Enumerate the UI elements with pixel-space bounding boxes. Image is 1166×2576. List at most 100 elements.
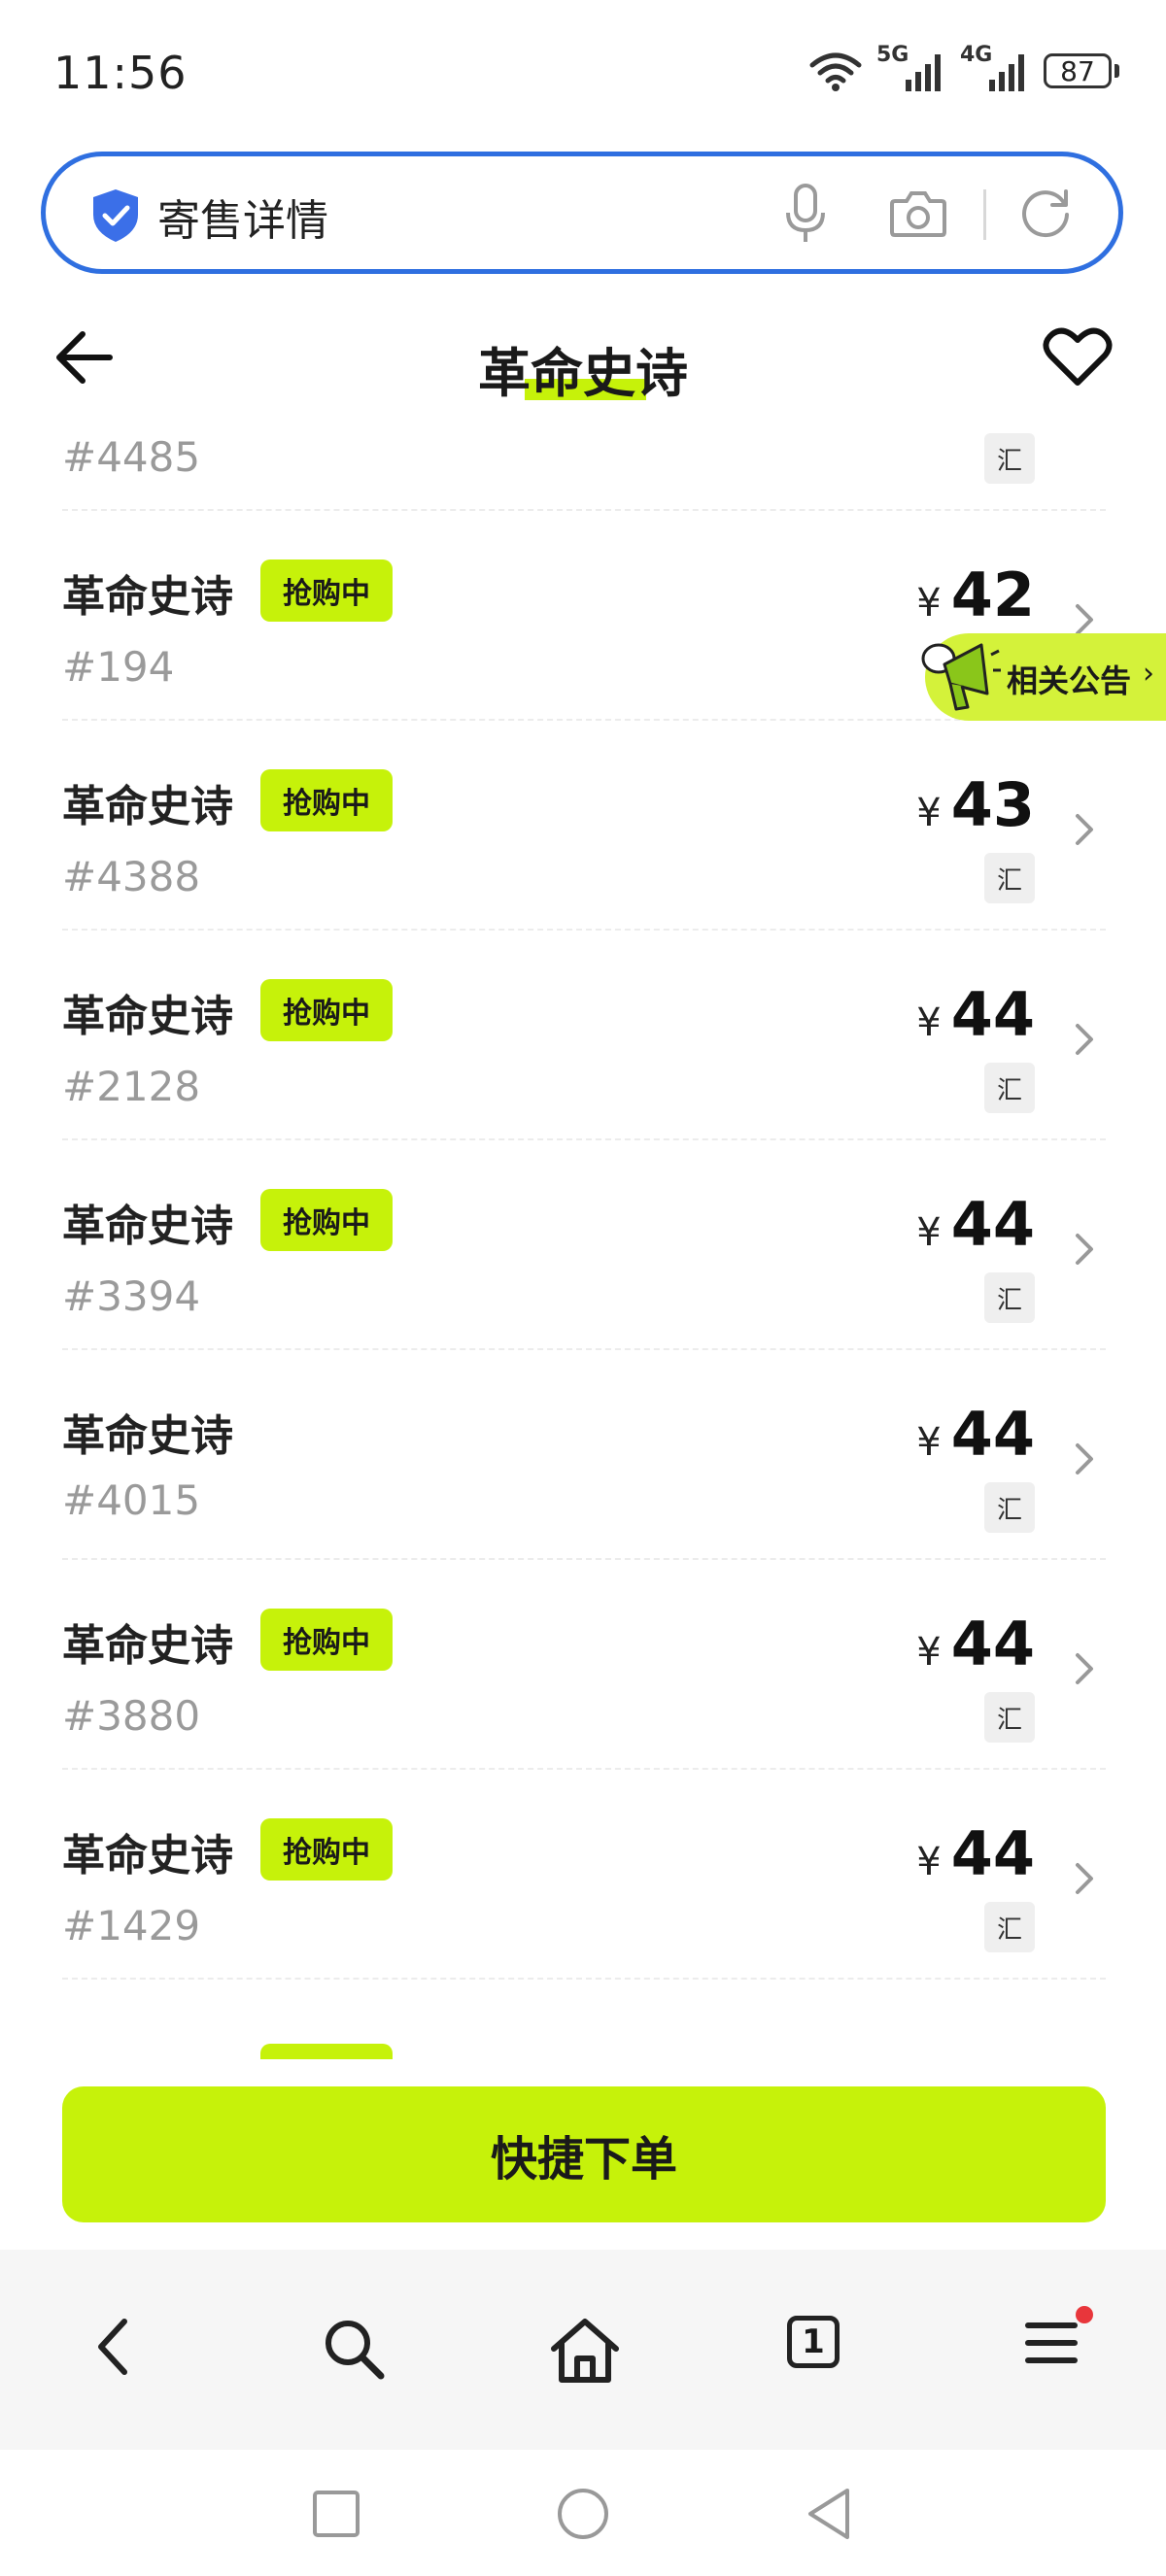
currency-symbol: ¥ (916, 1210, 942, 1255)
item-number: #4485 (62, 433, 201, 481)
list-item[interactable]: 革命史诗 抢购中 #2128 ¥44 汇 (0, 931, 1166, 1140)
quick-order-button[interactable]: 快捷下单 (62, 2086, 1106, 2222)
item-name: 革命史诗 (62, 1411, 233, 1461)
address-text[interactable]: 寄售详情 (157, 186, 328, 248)
page-title: 革命史诗 (478, 343, 688, 404)
price-value: 44 (950, 1189, 1035, 1260)
microphone-icon[interactable] (784, 184, 827, 246)
system-back-icon[interactable] (805, 2487, 853, 2541)
item-price: ¥44 (916, 1189, 1035, 1260)
announcement-arrow: › (1143, 657, 1154, 691)
price-value: 42 (950, 559, 1035, 630)
list-item-partial[interactable]: #4485 汇 (0, 427, 1166, 511)
signal-5g-icon: 5G (876, 43, 946, 95)
item-price: ¥42 (916, 559, 1035, 630)
wifi-icon (809, 52, 862, 91)
status-badge: 抢购中 (260, 1818, 393, 1881)
item-price: ¥43 (916, 769, 1035, 840)
home-circle-icon[interactable] (556, 2487, 610, 2541)
status-badge: 抢购中 (260, 1609, 393, 1671)
status-badge: 抢购中 (260, 979, 393, 1041)
item-name: 革命史诗 (62, 1202, 233, 1251)
notification-dot (1076, 2306, 1093, 2323)
currency-symbol: ¥ (916, 1000, 942, 1045)
item-name: 革命史诗 (62, 1831, 233, 1881)
shield-check-icon (93, 189, 138, 242)
browser-back-icon[interactable] (93, 2316, 132, 2378)
recents-icon[interactable] (311, 2489, 361, 2539)
currency-symbol: ¥ (916, 1840, 942, 1884)
item-tag: 汇 (984, 1482, 1035, 1533)
announcement-button[interactable]: 相关公告 › (921, 633, 1166, 721)
item-tag: 汇 (984, 1692, 1035, 1743)
status-time: 11:56 (53, 47, 188, 99)
status-badge (260, 2044, 393, 2059)
signal-4g-icon: 4G (960, 43, 1030, 95)
chevron-right-icon (1076, 1863, 1093, 1894)
item-name: 革命史诗 (62, 572, 233, 622)
item-number: #3880 (62, 1692, 201, 1740)
status-badge: 抢购中 (260, 769, 393, 831)
reload-icon[interactable] (1017, 186, 1074, 242)
chevron-right-icon (1076, 1443, 1093, 1474)
address-bar[interactable]: 寄售详情 (41, 152, 1123, 274)
item-tag: 汇 (984, 1902, 1035, 1952)
item-price: ¥44 (916, 1399, 1035, 1470)
status-badge: 抢购中 (260, 1189, 393, 1251)
list-item[interactable]: 革命史诗 #4015 ¥44 汇 (0, 1350, 1166, 1560)
chevron-right-icon (1076, 1653, 1093, 1684)
list-item-partial[interactable] (0, 1980, 1166, 2059)
system-navigation-bar (0, 2450, 1166, 2576)
item-number: #2128 (62, 1063, 201, 1110)
status-icons: 5G 4G 87 (808, 43, 1119, 95)
item-name: 革命史诗 (62, 782, 233, 831)
price-value: 43 (950, 769, 1035, 840)
browser-toolbar: 1 (0, 2250, 1166, 2450)
camera-icon[interactable] (889, 187, 947, 240)
item-price: ¥44 (916, 979, 1035, 1050)
item-price: ¥44 (916, 1818, 1035, 1889)
chevron-right-icon (1076, 1234, 1093, 1265)
list-item[interactable]: 革命史诗 抢购中 #1429 ¥44 汇 (0, 1770, 1166, 1980)
price-value: 44 (950, 1818, 1035, 1889)
item-tag: 汇 (984, 1272, 1035, 1323)
tabs-count-button[interactable]: 1 (787, 2316, 840, 2368)
chevron-right-icon (1076, 814, 1093, 845)
page-title-wrap: 革命史诗 (0, 330, 1166, 407)
announcement-label: 相关公告 (1007, 662, 1132, 699)
item-name: 革命史诗 (62, 1621, 233, 1671)
chevron-right-icon (1076, 604, 1093, 635)
home-icon[interactable] (548, 2316, 622, 2384)
list-item[interactable]: 革命史诗 抢购中 #3880 ¥44 汇 (0, 1560, 1166, 1770)
item-number: #194 (62, 643, 175, 691)
menu-icon[interactable] (1024, 2316, 1079, 2370)
battery-level: 87 (1044, 53, 1112, 88)
item-number: #4015 (62, 1476, 201, 1524)
address-separator (983, 189, 986, 240)
item-price: ¥44 (916, 1609, 1035, 1679)
megaphone-icon (921, 643, 1001, 711)
currency-symbol: ¥ (916, 1630, 942, 1675)
item-tag: 汇 (984, 433, 1035, 484)
page-header: 革命史诗 (0, 291, 1166, 427)
price-value: 44 (950, 1399, 1035, 1470)
item-tag: 汇 (984, 853, 1035, 903)
chevron-right-icon (1076, 1024, 1093, 1055)
heart-icon[interactable] (1043, 326, 1113, 389)
price-value: 44 (950, 979, 1035, 1050)
item-number: #3394 (62, 1272, 201, 1320)
currency-symbol: ¥ (916, 791, 942, 835)
item-number: #1429 (62, 1902, 201, 1949)
price-value: 44 (950, 1609, 1035, 1679)
status-badge: 抢购中 (260, 559, 393, 622)
search-icon[interactable] (321, 2316, 387, 2382)
list-item[interactable]: 革命史诗 抢购中 #3394 ¥44 汇 (0, 1140, 1166, 1350)
battery-icon: 87 (1044, 53, 1119, 88)
item-name: 革命史诗 (62, 992, 233, 1041)
status-bar: 11:56 5G 4G 87 (0, 0, 1166, 146)
item-tag: 汇 (984, 1063, 1035, 1113)
currency-symbol: ¥ (916, 1420, 942, 1465)
currency-symbol: ¥ (916, 581, 942, 626)
item-number: #4388 (62, 853, 201, 900)
list-item[interactable]: 革命史诗 抢购中 #4388 ¥43 汇 (0, 721, 1166, 931)
